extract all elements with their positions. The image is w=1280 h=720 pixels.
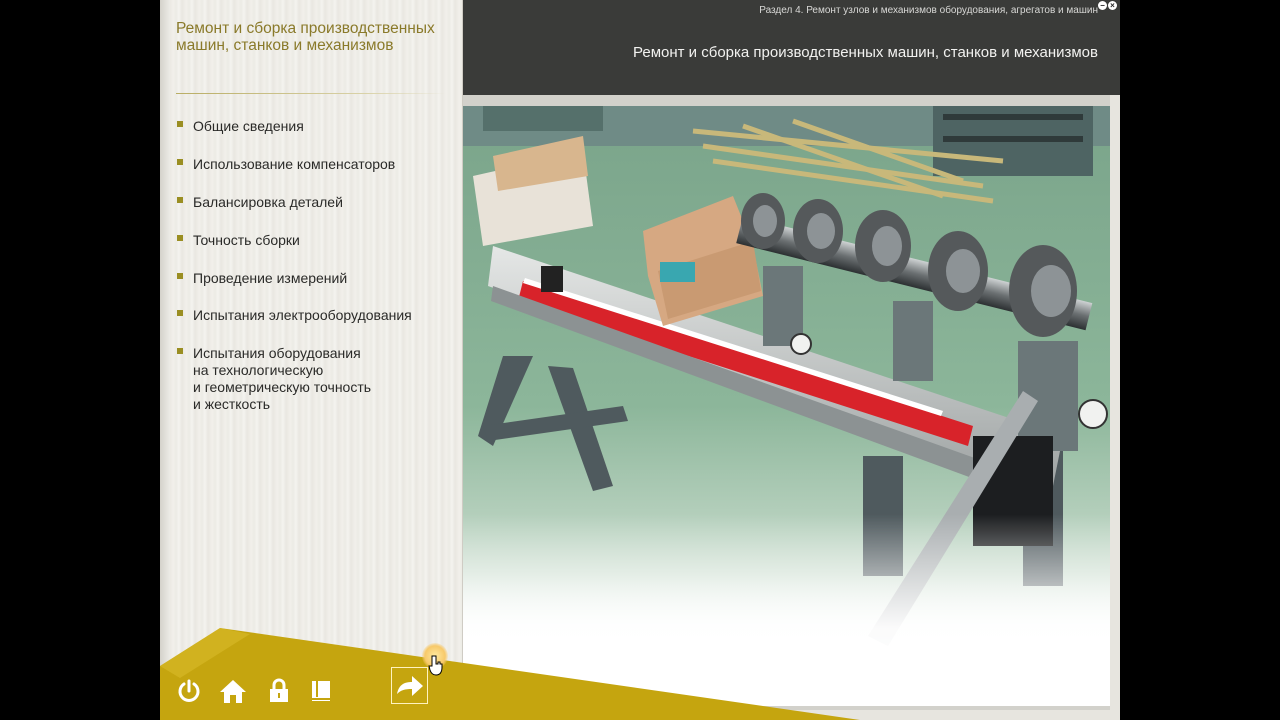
page-title: Ремонт и сборка производственных машин, …	[633, 44, 1098, 61]
toolbar-band	[160, 628, 860, 720]
close-button[interactable]: ×	[1108, 1, 1117, 10]
content-frame	[463, 95, 1110, 710]
bullet-icon	[177, 235, 183, 241]
window-controls: − ×	[1098, 1, 1117, 10]
minimize-button[interactable]: −	[1098, 1, 1107, 10]
book-icon	[312, 681, 330, 701]
title-divider	[176, 93, 446, 94]
menu-item-balancing[interactable]: Балансировка деталей	[177, 194, 462, 211]
menu-item-label: Общие сведения	[193, 118, 304, 134]
menu-item-compensators[interactable]: Использование компенсаторов	[177, 156, 462, 173]
menu-item-electrical-tests[interactable]: Испытания электрооборудования	[177, 307, 462, 324]
menu-item-measurements[interactable]: Проведение измерений	[177, 270, 462, 287]
hand-cursor-icon	[428, 655, 443, 676]
course-title: Ремонт и сборка производственных машин, …	[176, 20, 435, 54]
lock-icon	[270, 678, 288, 702]
bullet-icon	[177, 273, 183, 279]
sidebar: Ремонт и сборка производственных машин, …	[160, 0, 463, 720]
bottom-toolbar	[160, 628, 1120, 720]
bookmark-button[interactable]	[306, 676, 336, 706]
power-button[interactable]	[174, 676, 204, 706]
menu-item-assembly-accuracy[interactable]: Точность сборки	[177, 232, 462, 249]
bullet-icon	[177, 121, 183, 127]
menu-item-label: Балансировка деталей	[193, 194, 343, 210]
bullet-icon	[177, 348, 183, 354]
bullet-icon	[177, 197, 183, 203]
bullet-icon	[177, 310, 183, 316]
bullet-icon	[177, 159, 183, 165]
menu-item-equipment-tests[interactable]: Испытания оборудования на технологическу…	[177, 345, 462, 413]
topic-menu: Общие сведения Использование компенсатор…	[177, 116, 462, 413]
home-button[interactable]	[218, 676, 248, 706]
next-arrow-icon	[396, 675, 423, 696]
photo-illustration	[463, 106, 1110, 706]
breadcrumb: Раздел 4. Ремонт узлов и механизмов обор…	[759, 5, 1098, 16]
crankshaft-balancing-stand-photo	[463, 106, 1110, 706]
home-icon	[220, 680, 246, 703]
menu-item-label: Испытания электрооборудования	[193, 307, 412, 323]
menu-item-label: Использование компенсаторов	[193, 156, 396, 172]
next-button[interactable]	[391, 667, 428, 704]
power-icon	[178, 679, 200, 702]
menu-item-general-info[interactable]: Общие сведения	[177, 118, 462, 135]
menu-item-label: Испытания оборудования на технологическу…	[193, 345, 372, 412]
menu-item-label: Точность сборки	[193, 232, 300, 248]
course-window: Ремонт и сборка производственных машин, …	[160, 0, 1120, 720]
lock-button[interactable]	[264, 676, 294, 706]
header-bar: Раздел 4. Ремонт узлов и механизмов обор…	[463, 0, 1120, 95]
menu-item-label: Проведение измерений	[193, 270, 348, 286]
